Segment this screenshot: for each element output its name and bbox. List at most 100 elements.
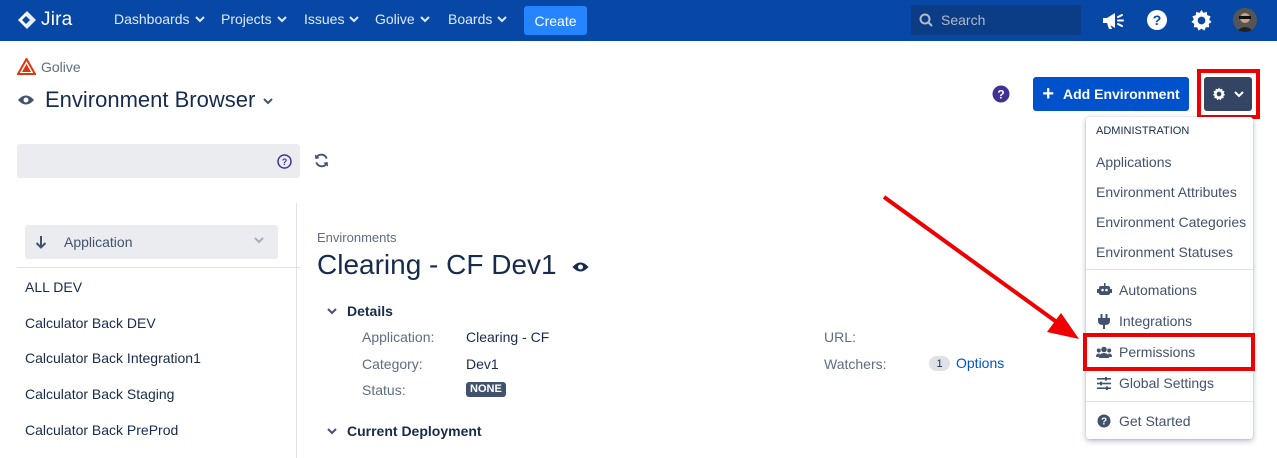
chevron-down-icon (194, 15, 205, 22)
menu-item-environment-statuses[interactable]: Environment Statuses (1096, 244, 1233, 260)
details-breadcrumb[interactable]: Environments (317, 230, 396, 245)
jira-logo-text: Jira (41, 9, 73, 30)
nav-golive-label: Golive (375, 11, 415, 27)
nav-dashboards[interactable]: Dashboards (114, 11, 205, 27)
nav-boards[interactable]: Boards (448, 11, 508, 27)
list-divider (17, 267, 300, 268)
page-title: Environment Browser (45, 87, 256, 112)
menu-item-integrations[interactable]: Integrations (1096, 313, 1192, 329)
sort-select[interactable]: Application (25, 225, 278, 259)
status-label: Status: (362, 382, 406, 398)
current-deployment-section-toggle[interactable]: Current Deployment (327, 423, 482, 439)
chevron-down-icon (263, 98, 274, 105)
menu-item-label: Environment Statuses (1096, 244, 1233, 260)
highlight-box-settings (1197, 69, 1260, 119)
menu-item-environment-attributes[interactable]: Environment Attributes (1096, 184, 1237, 200)
project-breadcrumb[interactable]: Golive (17, 58, 81, 75)
url-label: URL: (824, 329, 856, 345)
nav-projects-label: Projects (221, 11, 272, 27)
section-title: Current Deployment (347, 423, 482, 439)
add-environment-label: Add Environment (1063, 86, 1180, 102)
category-value: Dev1 (466, 356, 499, 372)
environment-list-item[interactable]: ALL DEV (25, 279, 82, 295)
environment-title: Clearing - CF Dev1 (317, 249, 557, 280)
user-avatar[interactable] (1233, 8, 1257, 32)
watchers-count-badge: 1 (929, 356, 950, 371)
eye-icon (18, 95, 34, 105)
admin-dropdown-menu: ADMINISTRATION Applications Environment … (1086, 117, 1253, 439)
svg-text:?: ? (282, 157, 288, 167)
menu-item-label: Automations (1119, 282, 1197, 298)
watch-eye-icon[interactable] (571, 261, 590, 273)
nav-issues[interactable]: Issues (304, 11, 360, 27)
environment-list-item[interactable]: Calculator Back PreProd (25, 422, 178, 438)
nav-dashboards-label: Dashboards (114, 11, 190, 27)
robot-icon (1096, 282, 1112, 298)
environment-title-row: Clearing - CF Dev1 (317, 249, 590, 281)
svg-text:?: ? (997, 88, 1004, 102)
watchers-options-link[interactable]: Options (956, 355, 1004, 371)
nav-golive[interactable]: Golive (375, 11, 430, 27)
application-value: Clearing - CF (466, 329, 550, 345)
add-environment-button[interactable]: + Add Environment (1033, 77, 1189, 111)
environment-list-item[interactable]: Calculator Back Integration1 (25, 350, 201, 366)
menu-item-automations[interactable]: Automations (1096, 282, 1197, 298)
avatar-image-icon (1233, 8, 1257, 32)
section-title: Details (347, 303, 393, 319)
chevron-down-icon (419, 15, 430, 22)
search-input[interactable] (941, 12, 1071, 28)
watchers-label: Watchers: (824, 356, 887, 372)
chevron-down-icon (327, 307, 337, 314)
environment-list-item[interactable]: Calculator Back Staging (25, 386, 174, 402)
environment-filter-input[interactable]: ? (17, 144, 300, 178)
environment-list-item[interactable]: Calculator Back DEV (25, 315, 156, 331)
menu-item-label: Applications (1096, 154, 1172, 170)
chevron-down-icon (254, 237, 264, 244)
svg-text:?: ? (1153, 12, 1162, 28)
chevron-down-icon (327, 427, 337, 434)
menu-item-label: Get Started (1119, 413, 1191, 429)
settings-gear-icon[interactable] (1190, 9, 1213, 32)
menu-divider (1086, 401, 1253, 402)
jira-logo-icon (18, 11, 36, 29)
menu-item-label: Integrations (1119, 313, 1193, 329)
plus-icon: + (1042, 83, 1054, 105)
details-section-toggle[interactable]: Details (327, 303, 393, 319)
filter-help-icon[interactable]: ? (277, 154, 292, 169)
highlight-box-permissions (1083, 333, 1255, 371)
application-label: Application: (362, 329, 435, 345)
status-badge: NONE (466, 382, 506, 397)
nav-projects[interactable]: Projects (221, 11, 287, 27)
project-name: Golive (41, 58, 81, 75)
menu-item-label: Global Settings (1119, 375, 1214, 391)
category-label: Category: (362, 356, 423, 372)
nav-boards-label: Boards (448, 11, 493, 27)
question-circle-icon: ? (1096, 413, 1112, 429)
sort-arrow-down-icon (35, 236, 47, 249)
menu-heading: ADMINISTRATION (1096, 125, 1190, 137)
menu-item-environment-categories[interactable]: Environment Categories (1096, 214, 1246, 230)
golive-logo-icon (17, 58, 36, 75)
nav-issues-label: Issues (304, 11, 345, 27)
sort-label: Application (64, 234, 133, 250)
page-title-row[interactable]: Environment Browser (17, 87, 274, 113)
menu-item-get-started[interactable]: ? Get Started (1096, 413, 1191, 429)
menu-item-label: Environment Attributes (1096, 184, 1237, 200)
menu-item-label: Environment Categories (1096, 214, 1247, 230)
svg-text:?: ? (1101, 417, 1107, 428)
help-icon[interactable]: ? (1146, 9, 1168, 31)
chevron-down-icon (497, 15, 508, 22)
jira-logo[interactable]: Jira (17, 9, 72, 31)
notifications-megaphone-icon[interactable] (1101, 9, 1125, 31)
menu-item-applications[interactable]: Applications (1096, 154, 1172, 170)
help-icon[interactable]: ? (992, 85, 1010, 103)
create-button[interactable]: Create (524, 6, 587, 35)
chevron-down-icon (349, 15, 360, 22)
panel-divider (296, 203, 297, 458)
search-icon (919, 13, 933, 27)
search-box[interactable] (911, 5, 1081, 35)
sliders-icon (1096, 375, 1112, 391)
top-navigation: Jira Dashboards Projects Issues Golive B… (0, 0, 1277, 41)
refresh-icon[interactable] (314, 153, 329, 168)
menu-item-global-settings[interactable]: Global Settings (1096, 375, 1214, 391)
